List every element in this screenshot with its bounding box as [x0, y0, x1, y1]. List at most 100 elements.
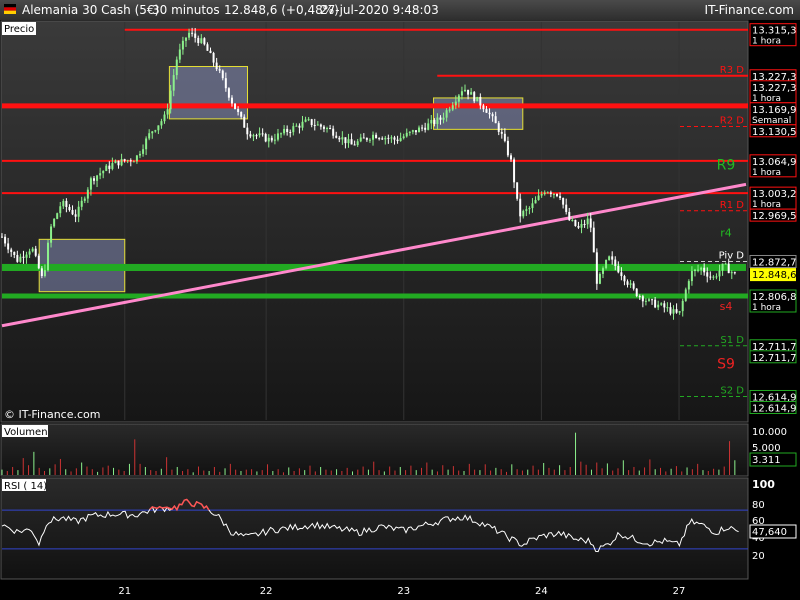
- candle-body: [105, 165, 108, 171]
- candle-body: [206, 44, 209, 51]
- pivot-level-label: R1 D: [720, 200, 744, 211]
- candle-body: [697, 269, 700, 271]
- candle-body: [276, 133, 279, 140]
- candle-body: [464, 89, 467, 92]
- candle-body: [332, 128, 335, 136]
- rsi-tick-80: 80: [752, 500, 765, 511]
- rsi-tick-100: 100: [752, 478, 775, 491]
- x-tick-label: 24: [535, 586, 548, 597]
- volume-tick-10000: 10.000: [752, 427, 787, 438]
- price-level-source: 1 hora: [752, 37, 781, 47]
- price-level-source: 1 hora: [752, 168, 781, 178]
- candle-body: [678, 311, 681, 313]
- candle-body: [218, 69, 221, 71]
- candle-body: [89, 178, 92, 190]
- price-level-value: 13.003,2: [752, 189, 797, 200]
- candle-body: [252, 135, 255, 137]
- candle-body: [338, 137, 341, 140]
- candle-body: [280, 133, 283, 135]
- candle-body: [16, 254, 19, 262]
- candle-body: [270, 137, 273, 141]
- x-tick-label: 27: [673, 586, 686, 597]
- candle-body: [224, 78, 227, 89]
- candle-body: [552, 193, 555, 195]
- candle-body: [709, 276, 712, 278]
- candle-body: [160, 121, 163, 126]
- candle-body: [654, 299, 657, 308]
- price-level-value: 12.614,9: [752, 403, 797, 414]
- candle-body: [421, 127, 424, 129]
- candle-body: [304, 119, 307, 122]
- candle-body: [350, 139, 353, 145]
- candle-body: [592, 227, 595, 253]
- candle-body: [473, 92, 476, 102]
- candle-body: [178, 49, 181, 60]
- candle-body: [598, 273, 601, 284]
- candle-body: [433, 120, 436, 124]
- candle-body: [470, 92, 473, 95]
- candle-body: [430, 120, 433, 124]
- candle-body: [418, 127, 421, 133]
- candle-body: [460, 91, 463, 96]
- candle-body: [595, 252, 598, 284]
- candle-body: [445, 110, 448, 118]
- candle-body: [258, 133, 261, 136]
- candle-body: [491, 114, 494, 117]
- pivot-level-label: S2 D: [720, 385, 744, 396]
- price-level-value: 13.227,3: [752, 83, 797, 94]
- price-level-value: 13.169,9: [752, 105, 797, 116]
- price-level-value: 13.315,3: [752, 26, 797, 37]
- candle-body: [138, 153, 141, 156]
- candle-body: [555, 193, 558, 197]
- candle-body: [641, 296, 644, 302]
- candle-body: [375, 134, 378, 139]
- candle-body: [690, 271, 693, 282]
- candle-body: [215, 62, 218, 70]
- candle-body: [240, 111, 243, 117]
- candle-body: [402, 136, 405, 139]
- candle-body: [623, 276, 626, 282]
- candle-body: [221, 70, 224, 79]
- candle-body: [626, 281, 629, 285]
- candle-body: [497, 123, 500, 132]
- candle-body: [19, 256, 22, 262]
- candle-body: [295, 125, 298, 127]
- candle-body: [525, 209, 528, 211]
- pivot-level-label: Piv D: [719, 250, 745, 261]
- candle-body: [53, 218, 56, 227]
- candle-body: [644, 300, 647, 302]
- level-annotation: r4: [720, 227, 732, 240]
- candle-body: [638, 296, 641, 298]
- candle-body: [114, 160, 117, 164]
- candle-body: [476, 96, 479, 102]
- support-line-upper: [2, 263, 746, 271]
- chart-svg: R3 D R2 D R1 D Piv D S1 D S2 D R9 r4 s4 S9 13.31…: [0, 20, 797, 597]
- candle-body: [108, 165, 111, 169]
- candle-body: [408, 131, 411, 133]
- candle-body: [234, 103, 237, 110]
- price-panel: [0, 20, 749, 423]
- candle-body: [298, 125, 301, 128]
- candle-body: [583, 223, 586, 225]
- candle-body: [693, 269, 696, 272]
- candle-body: [663, 303, 666, 308]
- candle-body: [503, 133, 506, 141]
- candle-body: [390, 137, 393, 139]
- candle-body: [500, 131, 503, 134]
- volume-last-value: 3.311: [752, 455, 781, 466]
- candle-body: [605, 259, 608, 269]
- pivot-level-label: R2 D: [720, 115, 744, 126]
- candle-body: [562, 197, 565, 205]
- rsi-panel: [0, 477, 749, 580]
- candle-body: [378, 138, 381, 140]
- candle-body: [175, 59, 178, 76]
- candle-body: [62, 200, 65, 207]
- candle-body: [454, 101, 457, 106]
- candle-body: [424, 127, 427, 130]
- candle-body: [184, 37, 187, 41]
- candle-body: [322, 126, 325, 129]
- price-level-value: 12.806,8: [752, 292, 797, 303]
- candle-body: [10, 249, 13, 252]
- candle-body: [549, 192, 552, 195]
- price-level-source: 1 hora: [752, 303, 781, 313]
